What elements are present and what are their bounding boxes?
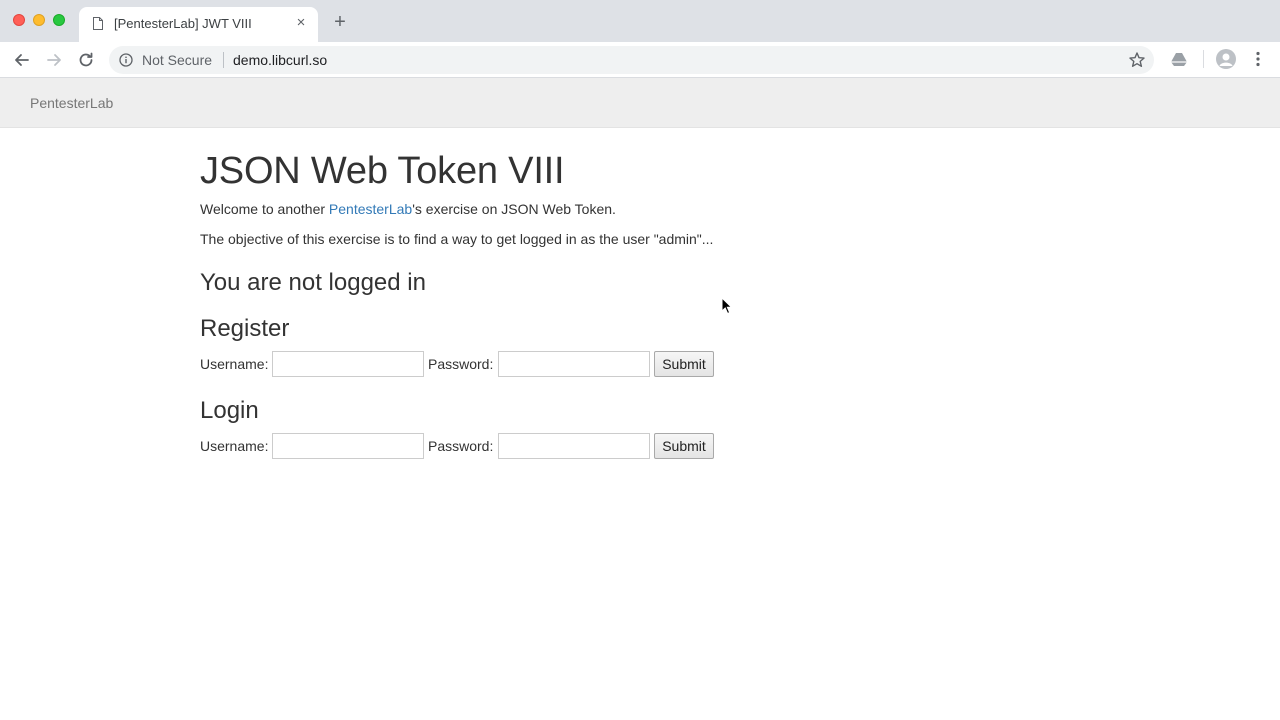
register-heading: Register (200, 315, 290, 342)
register-password-label: Password: (428, 356, 494, 372)
login-form: Username: Password: Submit (200, 433, 720, 459)
login-password-input[interactable] (498, 433, 650, 459)
window-maximize-button[interactable] (53, 14, 65, 26)
omnibox-divider (223, 52, 224, 68)
login-password-label: Password: (428, 438, 494, 454)
tab-close-icon[interactable]: × (293, 15, 309, 31)
browser-toolbar: Not Secure demo.libcurl.so (0, 42, 1280, 78)
page-title: JSON Web Token VIII (200, 150, 565, 192)
login-username-input[interactable] (272, 433, 424, 459)
register-submit-button[interactable]: Submit (654, 351, 714, 377)
page-icon (93, 17, 103, 30)
welcome-text: Welcome to another PentesterLab's exerci… (200, 201, 616, 217)
navbar-brand[interactable]: PentesterLab (30, 95, 113, 111)
pentesterlab-link[interactable]: PentesterLab (329, 201, 412, 217)
address-bar[interactable]: Not Secure demo.libcurl.so (109, 46, 1154, 74)
reload-icon[interactable] (76, 50, 96, 70)
login-submit-button[interactable]: Submit (654, 433, 714, 459)
register-username-label: Username: (200, 356, 269, 372)
register-password-input[interactable] (498, 351, 650, 377)
forward-arrow-icon[interactable] (44, 50, 64, 70)
welcome-suffix: 's exercise on JSON Web Token. (412, 201, 616, 217)
toolbar-divider (1203, 50, 1204, 68)
bookmark-star-icon[interactable] (1128, 51, 1146, 69)
register-form: Username: Password: Submit (200, 351, 720, 377)
drive-extension-icon[interactable] (1170, 50, 1188, 68)
login-status-heading: You are not logged in (200, 269, 426, 296)
tab-title: [PentesterLab] JWT VIII (114, 16, 252, 31)
window-minimize-button[interactable] (33, 14, 45, 26)
browser-tabstrip: [PentesterLab] JWT VIII × + (0, 0, 1280, 42)
info-icon[interactable] (119, 53, 133, 67)
new-tab-icon[interactable]: + (330, 12, 350, 32)
window-close-button[interactable] (13, 14, 25, 26)
profile-avatar-icon[interactable] (1216, 49, 1236, 69)
back-arrow-icon[interactable] (12, 50, 32, 70)
login-heading: Login (200, 397, 259, 424)
register-username-input[interactable] (272, 351, 424, 377)
browser-tab-active[interactable]: [PentesterLab] JWT VIII × (79, 7, 318, 42)
welcome-prefix: Welcome to another (200, 201, 329, 217)
mouse-cursor-icon (721, 297, 733, 315)
site-navbar: PentesterLab (0, 78, 1280, 128)
security-status[interactable]: Not Secure (142, 52, 212, 68)
objective-text: The objective of this exercise is to fin… (200, 231, 714, 247)
login-username-label: Username: (200, 438, 269, 454)
url-text[interactable]: demo.libcurl.so (233, 52, 327, 68)
browser-menu-icon[interactable] (1249, 50, 1267, 68)
